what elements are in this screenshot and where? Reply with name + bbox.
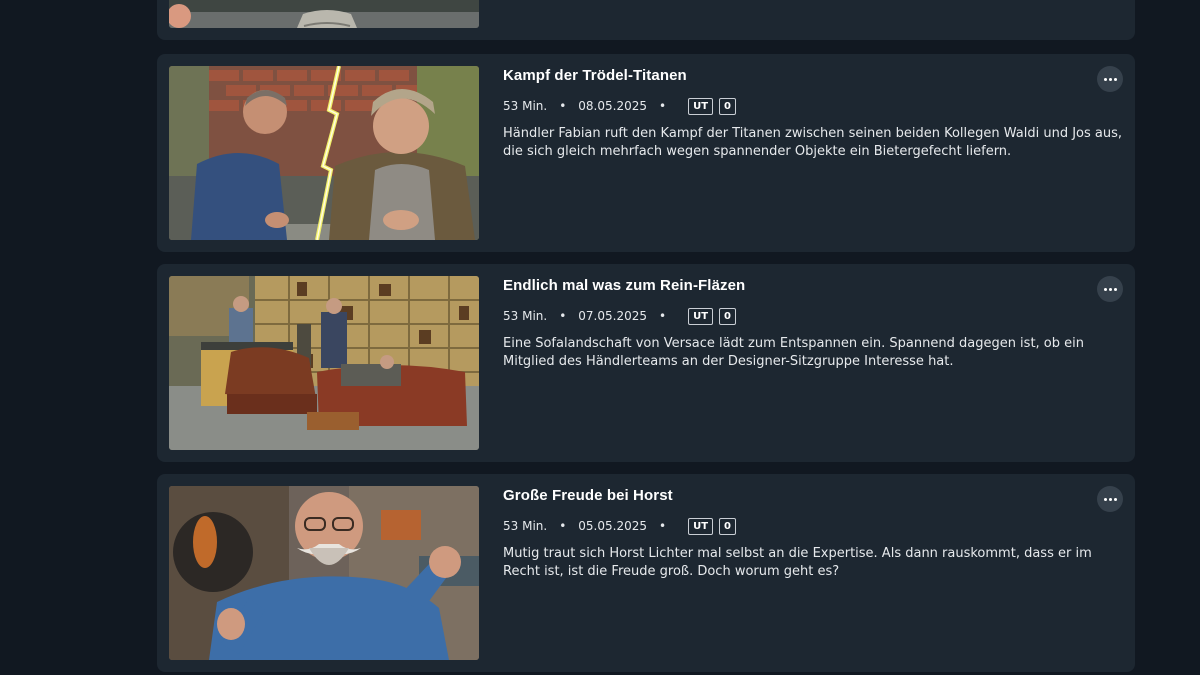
- episode-title[interactable]: Große Freude bei Horst: [503, 487, 673, 504]
- subtitle-badge: UT: [688, 97, 714, 115]
- meta-separator: •: [659, 519, 667, 533]
- meta-separator: •: [559, 99, 567, 113]
- meta-separator: •: [659, 309, 667, 323]
- thumbnail-image: [169, 0, 479, 28]
- age-rating-badge: 0: [719, 517, 736, 535]
- meta-separator: •: [659, 99, 667, 113]
- episode-date: 05.05.2025: [578, 519, 647, 533]
- age-rating-badge: 0: [719, 97, 736, 115]
- episode-description: Mutig traut sich Horst Lichter mal selbs…: [503, 546, 1092, 579]
- episode-card[interactable]: Endlich mal was zum Rein-Fläzen 53 Min. …: [157, 264, 1135, 462]
- thumbnail-image: [169, 276, 479, 450]
- episode-duration: 53 Min.: [503, 99, 548, 113]
- more-options-button[interactable]: [1097, 276, 1123, 302]
- episode-list: Kampf der Trödel-Titanen 53 Min. • 08.05…: [157, 0, 1135, 675]
- episode-title[interactable]: Endlich mal was zum Rein-Fläzen: [503, 277, 745, 294]
- subtitle-badge: UT: [688, 307, 714, 325]
- episode-card[interactable]: Kampf der Trödel-Titanen 53 Min. • 08.05…: [157, 54, 1135, 252]
- episode-date: 07.05.2025: [578, 309, 647, 323]
- episode-thumbnail[interactable]: [169, 276, 479, 450]
- episode-description: Eine Sofalandschaft von Versace lädt zum…: [503, 336, 1084, 369]
- more-options-icon: [1103, 497, 1117, 501]
- more-options-button[interactable]: [1097, 66, 1123, 92]
- more-options-button[interactable]: [1097, 486, 1123, 512]
- thumbnail-image: [169, 486, 479, 660]
- episode-meta: 53 Min. • 05.05.2025 • UT 0: [503, 517, 736, 535]
- more-options-icon: [1103, 287, 1117, 291]
- subtitle-badge: UT: [688, 517, 714, 535]
- more-options-icon: [1103, 77, 1117, 81]
- episode-duration: 53 Min.: [503, 309, 548, 323]
- episode-card[interactable]: [157, 0, 1135, 40]
- episode-thumbnail[interactable]: [169, 486, 479, 660]
- meta-separator: •: [559, 309, 567, 323]
- episode-meta: 53 Min. • 07.05.2025 • UT 0: [503, 307, 736, 325]
- episode-title[interactable]: Kampf der Trödel-Titanen: [503, 67, 687, 84]
- episode-description: Händler Fabian ruft den Kampf der Titane…: [503, 126, 1123, 159]
- episode-duration: 53 Min.: [503, 519, 548, 533]
- meta-separator: •: [559, 519, 567, 533]
- age-rating-badge: 0: [719, 307, 736, 325]
- episode-meta: 53 Min. • 08.05.2025 • UT 0: [503, 97, 736, 115]
- episode-thumbnail[interactable]: [169, 0, 479, 28]
- episode-date: 08.05.2025: [578, 99, 647, 113]
- episode-thumbnail[interactable]: [169, 66, 479, 240]
- thumbnail-image: [169, 66, 479, 240]
- episode-card[interactable]: Große Freude bei Horst 53 Min. • 05.05.2…: [157, 474, 1135, 672]
